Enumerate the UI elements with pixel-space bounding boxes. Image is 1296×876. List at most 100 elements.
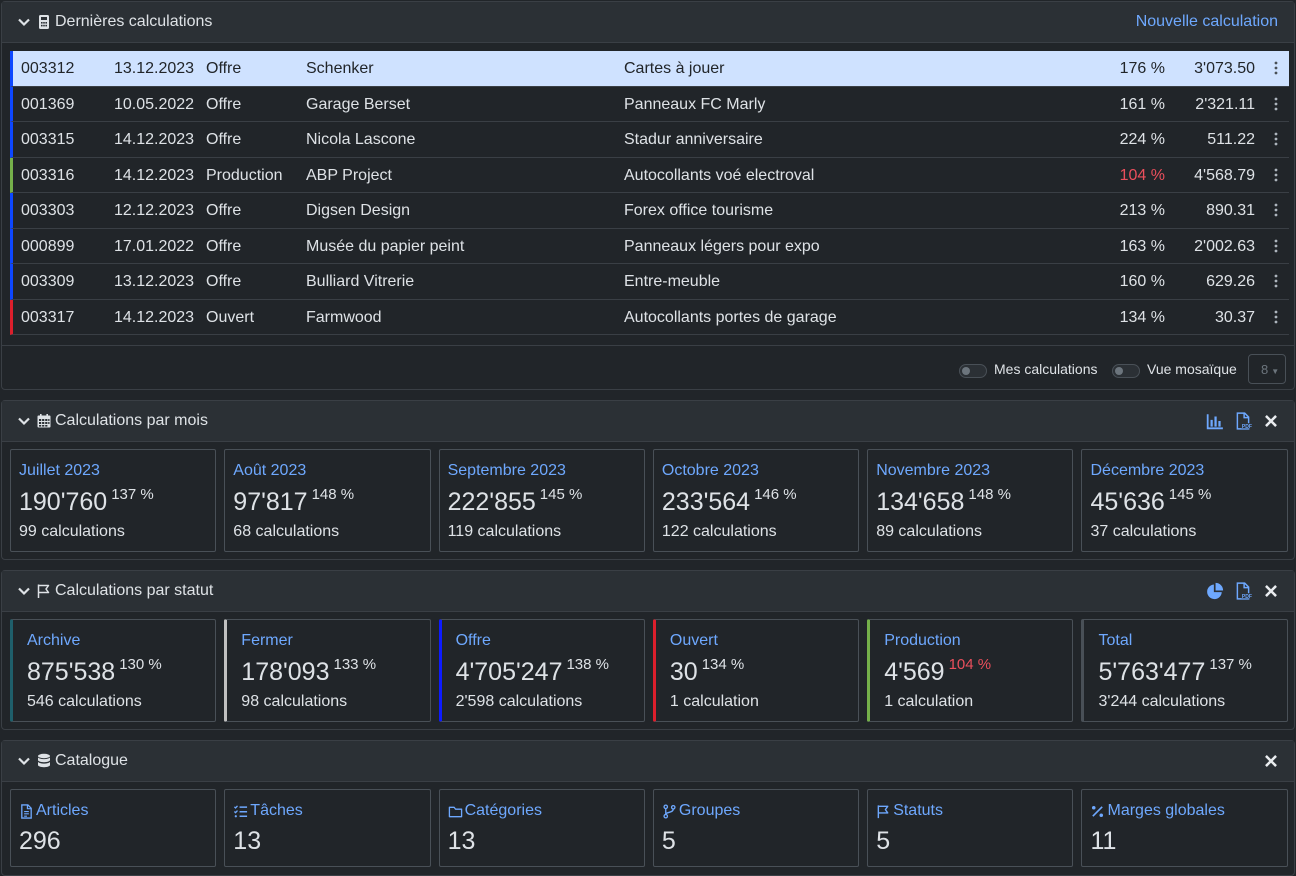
margin-value: 104 % <box>948 656 992 673</box>
state-tile[interactable]: Production 4'569 104 % 1 calculation <box>867 619 1074 722</box>
catalog-label-text: Catégories <box>464 802 542 819</box>
more-vertical-icon[interactable] <box>1272 238 1280 254</box>
more-vertical-icon[interactable] <box>1272 273 1280 289</box>
catalog-tile[interactable]: Marges globales 11 <box>1081 789 1288 867</box>
catalog-value: 296 <box>19 827 61 855</box>
catalog-label[interactable]: Groupes <box>662 802 740 820</box>
calculations-table: 003312 13.12.2023 Offre Schenker Cartes à jo… <box>10 51 1289 335</box>
table-row[interactable]: 001369 10.05.2022 Offre Garage Berset Pannea… <box>10 86 1289 122</box>
month-label[interactable]: Décembre 2023 <box>1090 462 1204 480</box>
catalog-tile[interactable]: Articles 296 <box>10 789 217 867</box>
calc-customer: Digsen Design <box>306 202 411 219</box>
code-branch-icon <box>662 803 677 819</box>
state-amount: 178'093 133 % <box>241 656 377 687</box>
month-tile[interactable]: Décembre 2023 45'636 145 % 37 calculations <box>1081 449 1288 552</box>
table-row[interactable]: 003315 14.12.2023 Offre Nicola Lascone Stadu… <box>10 122 1289 158</box>
more-vertical-icon[interactable] <box>1272 96 1280 112</box>
card-title: Calculations par statut <box>55 582 214 599</box>
catalog-label[interactable]: Articles <box>19 802 88 820</box>
month-tile[interactable]: Juillet 2023 190'760 137 % 99 calculations <box>10 449 217 552</box>
month-tile[interactable]: Septembre 2023 222'855 145 % 119 calculatio… <box>438 449 645 552</box>
chevron-down-icon[interactable] <box>16 753 32 769</box>
calc-description: Panneaux légers pour expo <box>624 237 820 255</box>
table-row[interactable]: 003312 13.12.2023 Offre Schenker Cartes à jo… <box>10 51 1289 87</box>
card-header: Calculations par statut PDF <box>2 571 1294 612</box>
close-icon[interactable] <box>1262 582 1280 600</box>
catalog-label[interactable]: Statuts <box>876 802 943 820</box>
card-title: Catalogue <box>55 752 128 769</box>
month-label[interactable]: Juillet 2023 <box>19 462 100 480</box>
calc-margin: 134 % <box>1119 308 1165 326</box>
database-icon <box>38 753 50 768</box>
state-label[interactable]: Offre <box>456 632 491 650</box>
more-vertical-icon[interactable] <box>1272 131 1280 147</box>
pdf-file-icon[interactable]: PDF <box>1234 582 1252 600</box>
svg-text:PDF: PDF <box>1242 594 1252 600</box>
calc-id: 003317 <box>21 308 75 326</box>
table-row[interactable]: 003316 14.12.2023 Production ABP Project Aut… <box>10 157 1289 193</box>
state-label[interactable]: Archive <box>27 632 80 650</box>
table-row[interactable]: 000899 17.01.2022 Offre Musée du papier pei… <box>10 228 1289 264</box>
catalog-label[interactable]: Catégories <box>448 802 542 820</box>
latest-calculations-card: Dernières calculations Nouvelle calculat… <box>1 1 1295 390</box>
calc-state: Offre <box>206 237 242 255</box>
table-row[interactable]: 003303 12.12.2023 Offre Digsen Design Forex … <box>10 193 1289 229</box>
chevron-down-icon[interactable] <box>16 14 32 30</box>
state-tile[interactable]: Fermer 178'093 133 % 98 calculations <box>224 619 431 722</box>
catalog-tile[interactable]: Groupes 5 <box>652 789 860 867</box>
bar-chart-icon[interactable] <box>1206 412 1224 430</box>
month-amount: 233'564 146 % <box>662 486 797 517</box>
more-vertical-icon[interactable] <box>1272 202 1280 218</box>
calc-description: Entre-meuble <box>624 273 721 290</box>
month-label[interactable]: Octobre 2023 <box>662 462 759 480</box>
catalog-label[interactable]: Marges globales <box>1090 802 1225 820</box>
month-tile[interactable]: Août 2023 97'817 148 % 68 calculations <box>224 449 431 552</box>
my-calculations-toggle[interactable] <box>959 364 987 378</box>
pdf-file-icon[interactable]: PDF <box>1234 412 1252 430</box>
month-label[interactable]: Août 2023 <box>233 462 306 480</box>
chevron-down-icon[interactable] <box>16 413 32 429</box>
close-icon[interactable] <box>1262 752 1280 770</box>
more-vertical-icon[interactable] <box>1272 309 1280 325</box>
month-amount: 190'760 137 % <box>19 486 154 517</box>
month-tile[interactable]: Novembre 2023 134'658 148 % 89 calculations <box>867 449 1074 552</box>
monthly-calculations-card: Calculations par mois PDF Juillet 2023 19… <box>1 400 1295 560</box>
calc-description: Panneaux FC Marly <box>624 95 766 113</box>
state-label[interactable]: Ouvert <box>670 632 718 650</box>
page-size-value: 8 <box>1261 362 1269 377</box>
new-calculation-link[interactable]: Nouvelle calculation <box>1136 13 1278 31</box>
pie-chart-icon[interactable] <box>1206 582 1224 600</box>
catalog-tile[interactable]: Tâches 13 <box>224 789 431 867</box>
close-icon[interactable] <box>1262 412 1280 430</box>
state-tile[interactable]: Archive 875'538 130 % 546 calculations <box>10 619 217 722</box>
table-row[interactable]: 003309 13.12.2023 Offre Bulliard Vitrerie En… <box>10 264 1289 300</box>
amount-value: 45'636 <box>1090 488 1165 516</box>
month-tile[interactable]: Octobre 2023 233'564 146 % 122 calculations <box>652 449 860 552</box>
state-tile[interactable]: Offre 4'705'247 138 % 2'598 calculations <box>438 619 645 722</box>
state-label[interactable]: Total <box>1098 632 1132 650</box>
margin-value: 133 % <box>333 656 377 673</box>
catalog-tile[interactable]: Catégories 13 <box>438 789 645 867</box>
catalog-card: Catalogue Articles 296 Tâches 13 Catégories 1… <box>1 740 1295 876</box>
catalog-label-text: Articles <box>36 802 89 819</box>
chevron-down-icon[interactable] <box>16 583 32 599</box>
calc-customer: ABP Project <box>306 166 392 184</box>
catalog-label-text: Statuts <box>893 802 943 819</box>
state-label[interactable]: Production <box>884 632 961 650</box>
more-vertical-icon[interactable] <box>1272 167 1280 183</box>
catalog-tile[interactable]: Statuts 5 <box>867 789 1074 867</box>
state-tile[interactable]: Total 5'763'477 137 % 3'244 calculations <box>1081 619 1288 722</box>
mosaic-view-toggle[interactable] <box>1112 364 1140 378</box>
more-vertical-icon[interactable] <box>1272 60 1280 76</box>
table-row[interactable]: 003317 14.12.2023 Ouvert Farmwood Autocollan… <box>10 299 1289 335</box>
caret-down-icon: ▼ <box>1271 367 1280 376</box>
calc-total: 629.26 <box>1206 273 1255 290</box>
catalog-label[interactable]: Tâches <box>233 802 303 820</box>
month-label[interactable]: Septembre 2023 <box>448 462 566 480</box>
state-tile[interactable]: Ouvert 30 134 % 1 calculation <box>652 619 860 722</box>
flag-icon <box>37 584 50 598</box>
state-label[interactable]: Fermer <box>241 632 293 650</box>
month-label[interactable]: Novembre 2023 <box>876 462 990 480</box>
page-size-select[interactable]: 8 ▼ <box>1248 354 1286 384</box>
catalog-value: 13 <box>233 827 262 855</box>
